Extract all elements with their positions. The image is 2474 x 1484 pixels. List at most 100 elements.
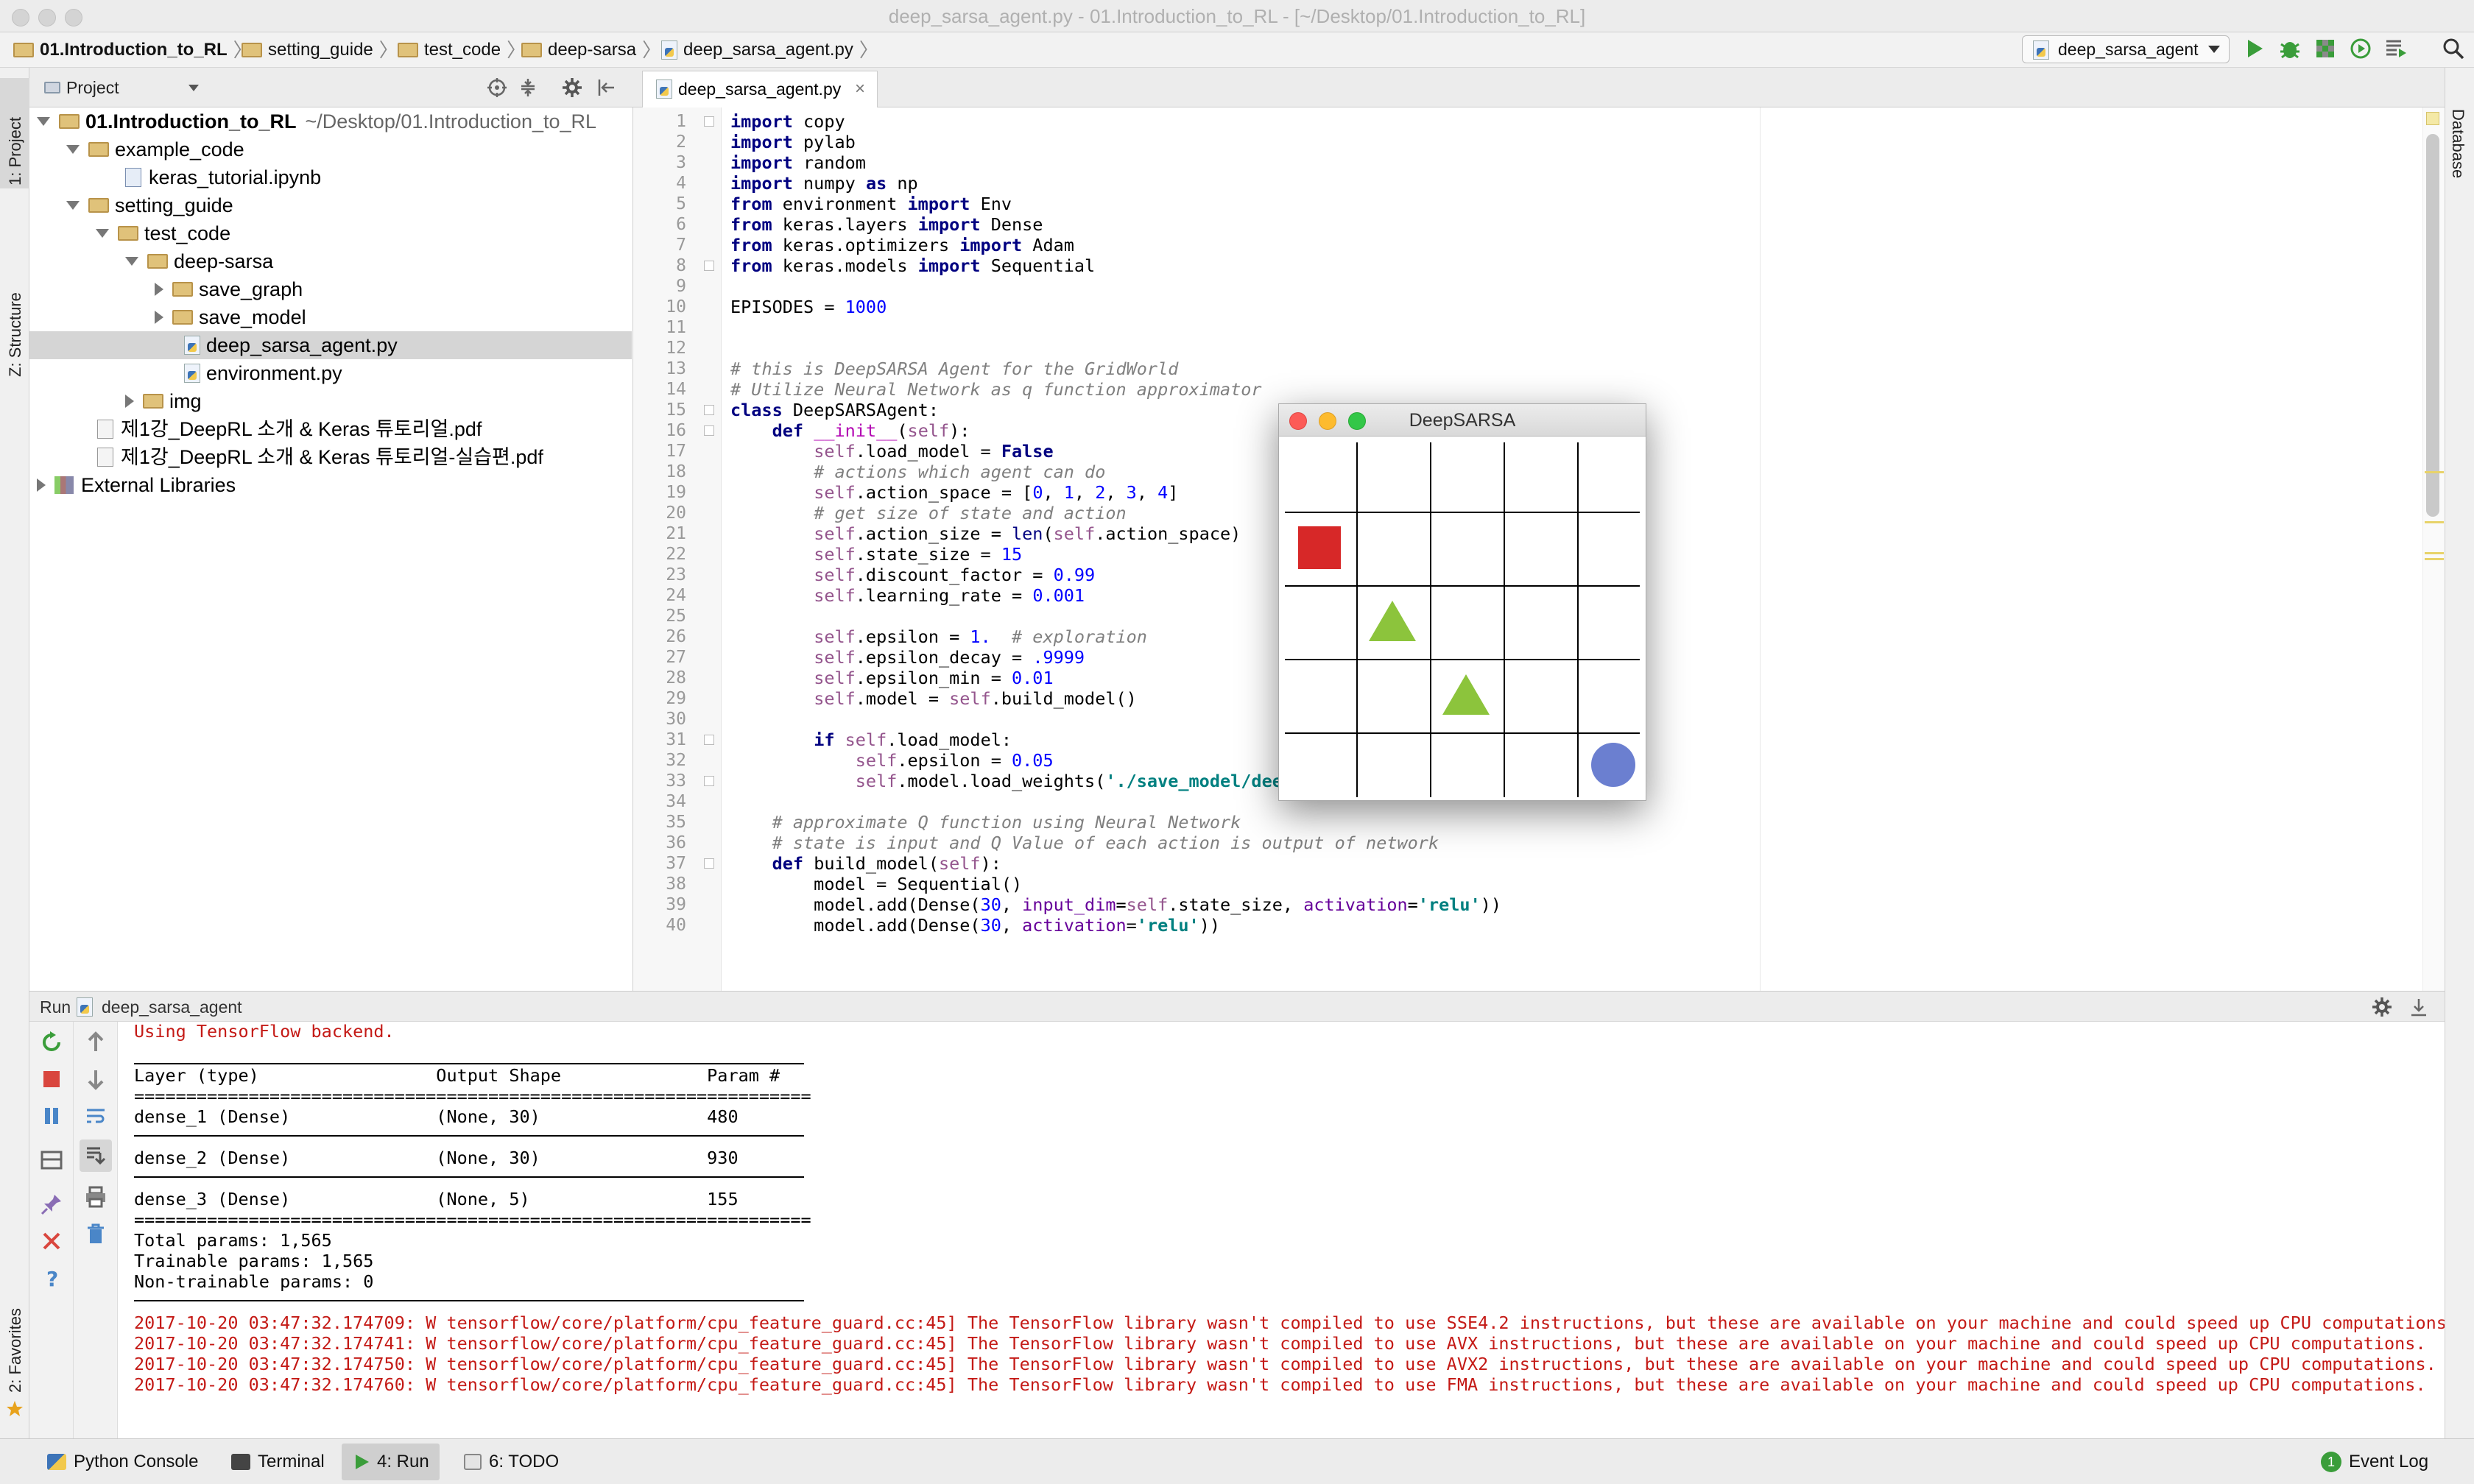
run-configuration-select[interactable]: deep_sarsa_agent [2022, 35, 2230, 63]
help-icon[interactable]: ? [40, 1266, 63, 1290]
breadcrumb-item-project[interactable]: 01.Introduction_to_RL〉 [13, 32, 253, 68]
folder-icon [59, 114, 80, 129]
console-line: 2017-10-20 03:47:32.174760: W tensorflow… [134, 1374, 2426, 1395]
line-number: 2 [676, 132, 686, 152]
terminal-icon [231, 1454, 250, 1470]
folder-icon [398, 43, 418, 57]
line-number: 26 [666, 627, 686, 646]
gear-icon[interactable] [2371, 996, 2393, 1018]
fold-marker[interactable] [704, 858, 714, 869]
tree-item-setting-guide[interactable]: setting_guide [66, 191, 233, 219]
tree-item-pdf-2[interactable]: 제1강_DeepRL 소개 & Keras 튜토리얼-실습편.pdf [97, 443, 543, 471]
breadcrumb-item-file[interactable]: deep_sarsa_agent.py 〉 [661, 32, 878, 68]
zoom-window-button[interactable] [1348, 412, 1366, 430]
obstacle-triangle [1442, 674, 1490, 715]
stop-icon[interactable] [40, 1067, 63, 1091]
fold-marker[interactable] [704, 776, 714, 786]
right-tool-strip: Database [2445, 68, 2474, 1438]
console-line: ========================================… [134, 1086, 811, 1106]
line-number: 11 [666, 318, 686, 337]
tab-todo[interactable]: 6: TODO [454, 1444, 569, 1480]
tab-structure[interactable]: Z: Structure [6, 292, 25, 377]
breadcrumb-item-setting-guide[interactable]: setting_guide 〉 [242, 32, 398, 68]
left-tool-strip: 1: Project Z: Structure 2: Favorites [0, 68, 29, 1438]
pin-icon[interactable] [40, 1192, 63, 1216]
scroll-from-source-icon[interactable] [486, 77, 508, 99]
code-line: model.add(Dense(30, input_dim=self.state… [730, 894, 1502, 915]
close-tab-icon[interactable]: × [855, 71, 865, 107]
tab-favorites[interactable]: 2: Favorites [6, 1308, 25, 1393]
run-console-output[interactable]: Using TensorFlow backend. Layer (type) O… [118, 1022, 2445, 1438]
code-line: self.epsilon_decay = .9999 [814, 647, 1085, 668]
chevron-down-icon [2208, 46, 2220, 53]
tree-item-save-model[interactable]: save_model [155, 303, 306, 331]
tree-item-img[interactable]: img [125, 387, 202, 415]
line-number: 23 [666, 565, 686, 584]
line-number: 1 [676, 112, 686, 131]
fold-marker[interactable] [704, 425, 714, 436]
line-number: 16 [666, 421, 686, 440]
fold-marker[interactable] [704, 735, 714, 745]
tasks-icon[interactable] [2384, 37, 2408, 60]
gridworld-canvas[interactable] [1285, 442, 1640, 797]
debug-icon[interactable] [2278, 37, 2302, 60]
breadcrumb-item-test-code[interactable]: test_code 〉 [398, 32, 526, 68]
folder-icon [88, 198, 109, 213]
arrow-up-icon[interactable] [84, 1031, 108, 1054]
pause-icon[interactable] [40, 1104, 63, 1128]
scrollbar-thumb[interactable] [2426, 134, 2439, 517]
collapse-all-icon[interactable] [517, 77, 539, 99]
run-icon [356, 1455, 369, 1469]
gear-icon[interactable] [561, 77, 583, 99]
print-icon[interactable] [84, 1185, 108, 1209]
run-icon[interactable] [2243, 37, 2266, 60]
console-line: 2017-10-20 03:47:32.174750: W tensorflow… [134, 1354, 2436, 1374]
close-icon[interactable] [40, 1229, 63, 1253]
run-toolbar-primary: ? [29, 1022, 74, 1438]
rerun-icon[interactable] [40, 1031, 63, 1054]
search-icon[interactable] [2442, 37, 2465, 60]
profile-icon[interactable] [2349, 37, 2372, 60]
run-panel-header: Run deep_sarsa_agent [29, 991, 2445, 1022]
tree-item-test-code[interactable]: test_code [96, 219, 230, 247]
folder-icon [13, 43, 34, 57]
tree-item-example-code[interactable]: example_code [66, 135, 244, 163]
fold-marker[interactable] [704, 261, 714, 271]
fold-marker[interactable] [704, 116, 714, 127]
soft-wrap-icon[interactable] [84, 1104, 108, 1128]
tab-terminal[interactable]: Terminal [221, 1444, 335, 1480]
breadcrumb-item-deep-sarsa[interactable]: deep-sarsa 〉 [521, 32, 661, 68]
window-title: deep_sarsa_agent.py - 01.Introduction_to… [888, 5, 1586, 27]
line-number: 40 [666, 916, 686, 935]
tab-run[interactable]: 4: Run [342, 1444, 440, 1480]
hide-panel-icon[interactable] [2408, 996, 2430, 1018]
deepsarsa-window-titlebar[interactable]: DeepSARSA [1279, 404, 1646, 437]
minimize-window-button[interactable] [1319, 412, 1336, 430]
console-separator [134, 1176, 804, 1178]
trash-icon[interactable] [84, 1222, 108, 1246]
fold-marker[interactable] [704, 405, 714, 415]
layout-icon[interactable] [40, 1148, 63, 1172]
deepsarsa-window[interactable]: DeepSARSA [1278, 403, 1646, 801]
tree-item-keras-tutorial[interactable]: keras_tutorial.ipynb [125, 163, 321, 191]
tree-item-root[interactable]: 01.Introduction_to_RL ~/Desktop/01.Introd… [37, 107, 596, 135]
tab-python-console[interactable]: Python Console [37, 1444, 208, 1480]
tab-database[interactable]: Database [2448, 109, 2467, 178]
line-number: 15 [666, 400, 686, 420]
tree-item-save-graph[interactable]: save_graph [155, 275, 303, 303]
project-view-select[interactable]: Project [44, 75, 199, 100]
arrow-down-icon[interactable] [84, 1067, 108, 1091]
run-with-coverage-icon[interactable] [2313, 37, 2337, 60]
event-log-button[interactable]: 1 Event Log [2311, 1444, 2439, 1480]
tree-item-deep-sarsa[interactable]: deep-sarsa [125, 247, 273, 275]
hide-panel-icon[interactable] [595, 77, 617, 99]
editor-scrollbar[interactable] [2422, 107, 2445, 991]
tab-deep-sarsa-agent[interactable]: deep_sarsa_agent.py × [642, 71, 878, 107]
run-toolbar-secondary [74, 1022, 118, 1438]
close-window-button[interactable] [1289, 412, 1307, 430]
tree-item-deep-sarsa-agent[interactable]: deep_sarsa_agent.py [184, 331, 398, 359]
code-line: self.model = self.build_model() [814, 688, 1137, 709]
tree-item-pdf-1[interactable]: 제1강_DeepRL 소개 & Keras 튜토리얼.pdf [97, 415, 482, 443]
tree-item-environment[interactable]: environment.py [184, 359, 342, 387]
tree-item-external-libraries[interactable]: External Libraries [37, 471, 236, 499]
